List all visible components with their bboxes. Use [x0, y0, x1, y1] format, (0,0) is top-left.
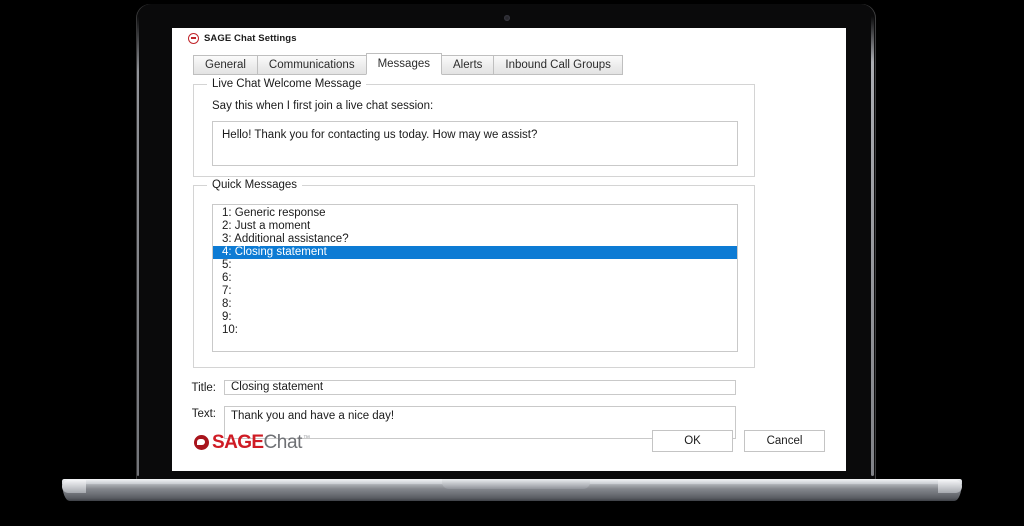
- tab-label: Communications: [268, 59, 355, 71]
- tab-strip: General Communications Messages Alerts I…: [193, 53, 623, 75]
- bezel-edge-highlight-left: [137, 16, 139, 476]
- tab-general[interactable]: General: [193, 55, 257, 75]
- list-item[interactable]: 1: Generic response: [213, 207, 737, 220]
- logo-trademark-icon: ™: [303, 435, 310, 442]
- laptop-trackpad-notch: [442, 479, 590, 489]
- tab-label: Alerts: [453, 59, 483, 71]
- title-field-row: Title: Closing statement: [182, 380, 736, 395]
- tab-inbound-call-groups[interactable]: Inbound Call Groups: [493, 55, 623, 75]
- quick-messages-listbox[interactable]: 1: Generic response 2: Just a moment 3: …: [212, 204, 738, 352]
- tab-label: General: [205, 59, 246, 71]
- sage-chat-logo: SAGE Chat ™: [194, 433, 310, 452]
- cancel-button-label: Cancel: [766, 435, 803, 447]
- tab-communications[interactable]: Communications: [256, 55, 366, 75]
- list-item[interactable]: 5:: [213, 259, 737, 272]
- list-item[interactable]: 7:: [213, 285, 737, 298]
- welcome-message-legend: Live Chat Welcome Message: [207, 78, 367, 90]
- laptop-mockup: SAGE Chat Settings General Communication…: [0, 0, 1024, 526]
- tab-messages[interactable]: Messages: [365, 53, 442, 75]
- ok-button[interactable]: OK: [652, 430, 733, 452]
- laptop-base-cap-left: [62, 480, 86, 493]
- sage-chat-speech-bubble-icon: [194, 435, 209, 450]
- camera-dot-icon: [504, 15, 510, 21]
- list-item[interactable]: 6:: [213, 272, 737, 285]
- list-item[interactable]: 9:: [213, 311, 737, 324]
- list-item[interactable]: 2: Just a moment: [213, 220, 737, 233]
- list-item-selected[interactable]: 4: Closing statement: [213, 246, 737, 259]
- welcome-message-prompt: Say this when I first join a live chat s…: [212, 100, 434, 112]
- dialog-button-bar: OK Cancel: [652, 430, 825, 452]
- welcome-message-group: Live Chat Welcome Message Say this when …: [193, 78, 755, 177]
- quick-messages-legend: Quick Messages: [207, 179, 303, 191]
- list-item[interactable]: 10:: [213, 324, 737, 337]
- window-titlebar: SAGE Chat Settings: [172, 28, 846, 49]
- ok-button-label: OK: [684, 435, 701, 447]
- cancel-button[interactable]: Cancel: [744, 430, 825, 452]
- bezel-edge-highlight-right: [871, 16, 874, 476]
- welcome-message-textarea[interactable]: Hello! Thank you for contacting us today…: [212, 121, 738, 166]
- tab-alerts[interactable]: Alerts: [442, 55, 494, 75]
- text-field-label: Text:: [191, 408, 216, 420]
- title-field-label: Title:: [191, 382, 217, 394]
- sage-chat-minus-circle-icon: [188, 33, 199, 44]
- tab-label: Messages: [377, 58, 430, 70]
- list-item[interactable]: 3: Additional assistance?: [213, 233, 737, 246]
- laptop-base-cap-right: [938, 480, 962, 493]
- tab-label: Inbound Call Groups: [505, 59, 611, 71]
- window-title: SAGE Chat Settings: [204, 33, 297, 44]
- logo-brand-secondary: Chat: [263, 432, 302, 453]
- app-screen: SAGE Chat Settings General Communication…: [172, 28, 846, 471]
- quick-messages-group: Quick Messages 1: Generic response 2: Ju…: [193, 179, 755, 368]
- title-input[interactable]: Closing statement: [224, 380, 736, 395]
- logo-brand-primary: SAGE: [212, 432, 264, 453]
- list-item[interactable]: 8:: [213, 298, 737, 311]
